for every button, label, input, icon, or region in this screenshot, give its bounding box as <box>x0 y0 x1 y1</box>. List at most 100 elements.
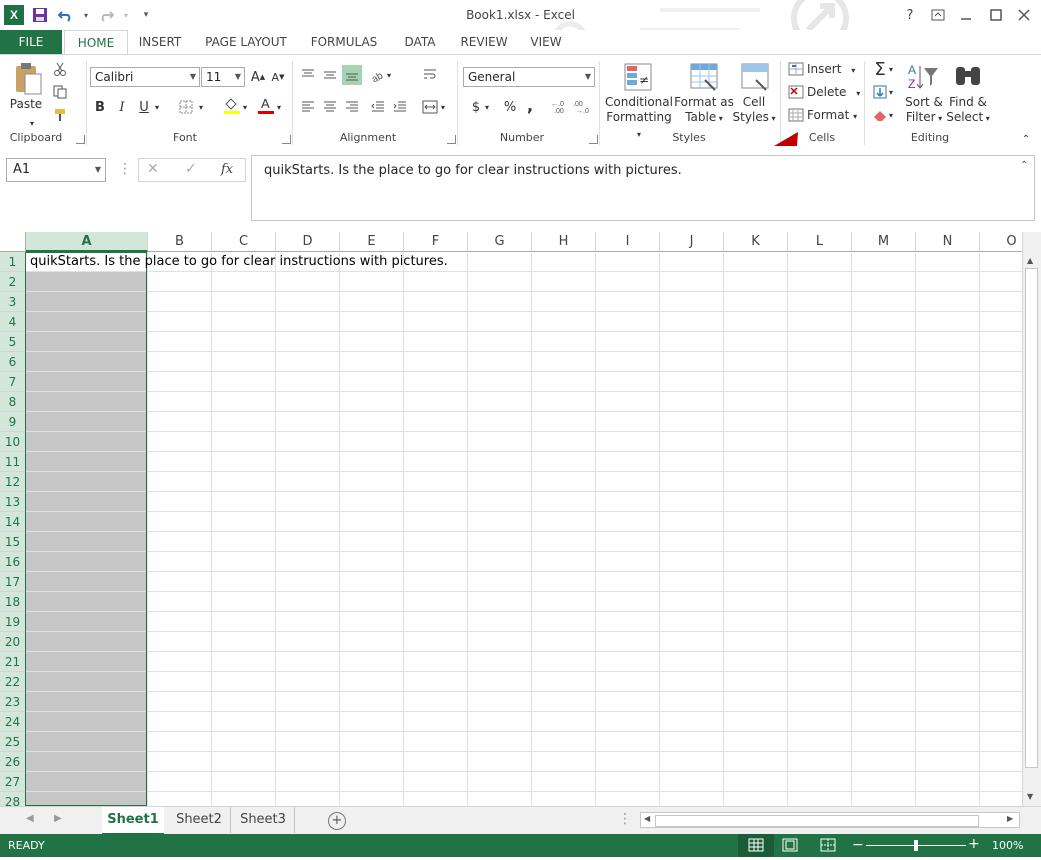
font-name-select[interactable]: Calibri ▼ <box>90 67 200 87</box>
borders-icon[interactable] <box>176 97 196 117</box>
font-size-select[interactable]: 11 ▼ <box>201 67 245 87</box>
paste-dropdown-icon[interactable]: ▾ <box>22 113 42 133</box>
scroll-up-icon[interactable]: ▲ <box>1027 256 1033 265</box>
sheet-tab-sheet2[interactable]: Sheet2 <box>168 807 231 833</box>
formula-input[interactable]: quikStarts. Is the place to go for clear… <box>251 155 1035 221</box>
scroll-left-icon[interactable]: ◀ <box>644 814 650 823</box>
row-header-16[interactable]: 16 <box>0 552 26 572</box>
sort-filter-icon[interactable]: AZ <box>906 61 940 93</box>
column-header-j[interactable]: J <box>660 232 724 252</box>
row-header-26[interactable]: 26 <box>0 752 26 772</box>
autosum-dropdown-icon[interactable]: ▾ <box>886 59 896 79</box>
name-box[interactable]: A1 ▼ <box>6 158 106 182</box>
insert-cells-icon[interactable] <box>786 59 806 79</box>
tab-formulas[interactable]: FORMULAS <box>304 30 384 54</box>
column-header-o[interactable]: O <box>980 232 1022 252</box>
format-cells-button[interactable]: Format ▾ <box>807 108 857 122</box>
column-header-f[interactable]: F <box>404 232 468 252</box>
currency-dropdown-icon[interactable]: ▾ <box>482 97 492 117</box>
row-header-24[interactable]: 24 <box>0 712 26 732</box>
ribbon-display-options-icon[interactable] <box>925 4 951 26</box>
scroll-down-icon[interactable]: ▼ <box>1027 792 1033 801</box>
row-header-22[interactable]: 22 <box>0 672 26 692</box>
wrap-text-icon[interactable] <box>420 65 440 85</box>
maximize-icon[interactable] <box>983 4 1009 26</box>
column-header-n[interactable]: N <box>916 232 980 252</box>
column-header-g[interactable]: G <box>468 232 532 252</box>
collapse-formula-bar-icon[interactable]: ⌃ <box>1020 160 1028 171</box>
row-header-14[interactable]: 14 <box>0 512 26 532</box>
delete-cells-button[interactable]: Delete ▾ <box>807 85 860 99</box>
decrease-font-size-icon[interactable]: A ▼ <box>268 67 288 87</box>
column-header-d[interactable]: D <box>276 232 340 252</box>
row-header-28[interactable]: 28 <box>0 792 26 806</box>
tab-file[interactable]: FILE <box>0 30 62 54</box>
bold-button[interactable]: B <box>90 97 110 117</box>
cell-a1[interactable]: quikStarts. Is the place to go for clear… <box>30 254 448 269</box>
alignment-launcher-icon[interactable] <box>447 135 456 144</box>
sort-filter-button[interactable]: Sort & Filter ▾ <box>902 95 946 126</box>
zoom-slider[interactable] <box>866 840 966 851</box>
zoom-in-icon[interactable]: + <box>968 836 980 852</box>
cell-styles-icon[interactable] <box>739 61 771 93</box>
zoom-level[interactable]: 100% <box>992 839 1023 852</box>
column-header-b[interactable]: B <box>148 232 212 252</box>
row-header-18[interactable]: 18 <box>0 592 26 612</box>
page-break-view-icon[interactable] <box>820 838 836 855</box>
find-select-button[interactable]: Find & Select ▾ <box>946 95 990 126</box>
cut-icon[interactable] <box>50 59 70 79</box>
increase-decimal-icon[interactable]: ←.0.00 <box>550 97 570 117</box>
font-color-icon[interactable]: A <box>256 95 276 115</box>
column-header-i[interactable]: I <box>596 232 660 252</box>
close-icon[interactable] <box>1011 4 1037 26</box>
row-header-27[interactable]: 27 <box>0 772 26 792</box>
row-header-8[interactable]: 8 <box>0 392 26 412</box>
prev-sheet-icon[interactable]: ◀ <box>26 813 34 824</box>
merge-center-icon[interactable] <box>420 97 440 117</box>
row-header-19[interactable]: 19 <box>0 612 26 632</box>
column-header-e[interactable]: E <box>340 232 404 252</box>
row-header-10[interactable]: 10 <box>0 432 26 452</box>
column-header-l[interactable]: L <box>788 232 852 252</box>
worksheet-grid[interactable]: A B C D E F G H I J K L M N O 1 2 3 4 5 6 7 8 9 10 11 12 13 14 15 16 17… <box>0 232 1022 806</box>
row-header-13[interactable]: 13 <box>0 492 26 512</box>
decrease-indent-icon[interactable] <box>368 97 388 117</box>
tab-split-grip-icon[interactable]: ⋮ <box>618 811 632 827</box>
number-launcher-icon[interactable] <box>589 135 598 144</box>
comma-style-button[interactable]: , <box>520 95 540 115</box>
column-header-c[interactable]: C <box>212 232 276 252</box>
tab-view[interactable]: VIEW <box>522 30 570 54</box>
next-sheet-icon[interactable]: ▶ <box>54 813 62 824</box>
insert-cells-button[interactable]: Insert ▾ <box>807 62 855 76</box>
row-header-17[interactable]: 17 <box>0 572 26 592</box>
row-header-9[interactable]: 9 <box>0 412 26 432</box>
orientation-dropdown-icon[interactable]: ▾ <box>384 65 394 85</box>
enter-icon[interactable]: ✓ <box>185 161 197 177</box>
scroll-right-icon[interactable]: ▶ <box>1007 814 1013 823</box>
decrease-decimal-icon[interactable]: .00 →.0 <box>572 97 592 117</box>
row-header-15[interactable]: 15 <box>0 532 26 552</box>
page-layout-view-icon[interactable] <box>782 838 798 855</box>
row-header-23[interactable]: 23 <box>0 692 26 712</box>
borders-dropdown-icon[interactable]: ▾ <box>196 97 206 117</box>
tab-review[interactable]: REVIEW <box>454 30 514 54</box>
sheet-tab-sheet3[interactable]: Sheet3 <box>232 807 295 833</box>
select-all-corner[interactable] <box>0 232 26 252</box>
row-header-6[interactable]: 6 <box>0 352 26 372</box>
paste-icon[interactable] <box>10 61 46 97</box>
merge-dropdown-icon[interactable]: ▾ <box>438 97 448 117</box>
conditional-formatting-icon[interactable]: ≠ <box>622 61 654 93</box>
minimize-icon[interactable] <box>953 4 979 26</box>
vertical-scrollbar[interactable]: ▲ ▼ <box>1022 232 1041 806</box>
number-format-select[interactable]: General ▼ <box>463 67 595 87</box>
fill-color-icon[interactable] <box>222 95 242 115</box>
row-header-11[interactable]: 11 <box>0 452 26 472</box>
fill-color-dropdown-icon[interactable]: ▾ <box>240 97 250 117</box>
row-header-2[interactable]: 2 <box>0 272 26 292</box>
increase-font-size-icon[interactable]: A ▲ <box>248 67 268 87</box>
format-as-table-icon[interactable] <box>688 61 720 93</box>
underline-dropdown-icon[interactable]: ▾ <box>152 97 162 117</box>
row-header-25[interactable]: 25 <box>0 732 26 752</box>
align-right-icon[interactable] <box>342 97 362 117</box>
tab-home[interactable]: HOME <box>64 30 128 55</box>
